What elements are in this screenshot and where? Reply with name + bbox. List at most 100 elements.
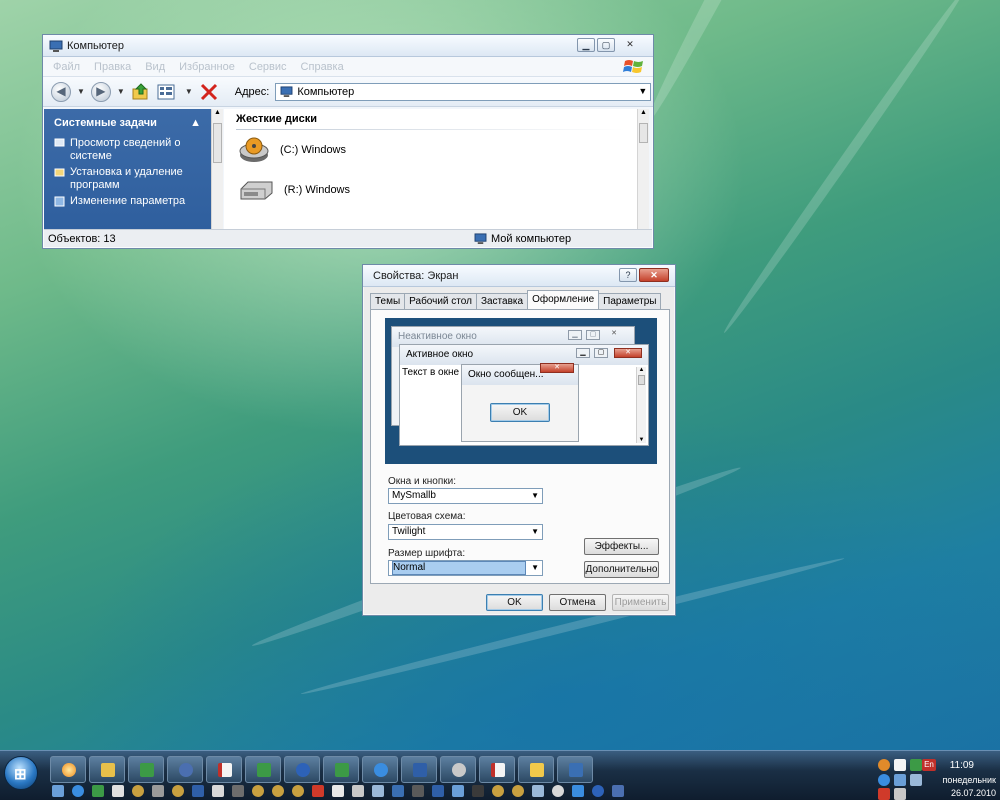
help-button[interactable]: ?: [619, 268, 637, 282]
quick-launch-icon[interactable]: [572, 785, 584, 797]
quick-launch-icon[interactable]: [432, 785, 444, 797]
quick-launch-icon[interactable]: [592, 785, 604, 797]
quick-launch-icon[interactable]: [512, 785, 524, 797]
quick-launch-icon[interactable]: [312, 785, 324, 797]
tab-appearance[interactable]: Оформление: [527, 290, 600, 309]
forward-dropdown-icon[interactable]: ▼: [117, 87, 125, 96]
close-button[interactable]: ✕: [639, 268, 669, 282]
task-view-system-info[interactable]: Просмотр сведений о системе: [54, 137, 201, 163]
taskbar-button[interactable]: [50, 756, 86, 783]
quick-launch-icon[interactable]: [392, 785, 404, 797]
clock-time[interactable]: 11:09: [950, 760, 974, 771]
menu-edit[interactable]: Правка: [94, 61, 131, 73]
quick-launch-icon[interactable]: [252, 785, 264, 797]
quick-launch-icon[interactable]: [132, 785, 144, 797]
up-folder-icon[interactable]: [131, 82, 151, 102]
taskbar-button[interactable]: [206, 756, 242, 783]
taskbar-button[interactable]: [518, 756, 554, 783]
task-change-setting[interactable]: Изменение параметра: [54, 195, 201, 208]
tab-desktop[interactable]: Рабочий стол: [404, 293, 477, 309]
tray-icon[interactable]: [878, 774, 890, 786]
start-button[interactable]: ⊞: [4, 756, 38, 790]
tray-icon[interactable]: [910, 759, 922, 771]
quick-launch-icon[interactable]: [332, 785, 344, 797]
menu-file[interactable]: Файл: [53, 61, 80, 73]
taskbar-button[interactable]: [284, 756, 320, 783]
quick-launch-icon[interactable]: [272, 785, 284, 797]
advanced-button[interactable]: Дополнительно: [584, 561, 659, 578]
font-size-select[interactable]: Normal ▼: [388, 560, 543, 576]
language-indicator[interactable]: En: [922, 759, 936, 771]
explorer-titlebar[interactable]: Компьютер ▁ ▢ ✕: [43, 35, 653, 57]
menu-tools[interactable]: Сервис: [249, 61, 287, 73]
maximize-button[interactable]: ▢: [597, 38, 615, 52]
back-dropdown-icon[interactable]: ▼: [77, 87, 85, 96]
tray-icon[interactable]: [894, 759, 906, 771]
network-icon[interactable]: [910, 774, 922, 786]
quick-launch-icon[interactable]: [232, 785, 244, 797]
tab-themes[interactable]: Темы: [370, 293, 406, 309]
quick-launch-icon[interactable]: [292, 785, 304, 797]
taskbar-button[interactable]: [323, 756, 359, 783]
quick-launch-icon[interactable]: [72, 785, 84, 797]
views-dropdown-icon[interactable]: ▼: [185, 87, 193, 96]
quick-launch-icon[interactable]: [192, 785, 204, 797]
taskbar-button[interactable]: [440, 756, 476, 783]
menu-view[interactable]: Вид: [145, 61, 165, 73]
dialog-titlebar[interactable]: Свойства: Экран ? ✕: [363, 265, 675, 287]
quick-launch-icon[interactable]: [92, 785, 104, 797]
quick-launch-icon[interactable]: [472, 785, 484, 797]
quick-launch-icon[interactable]: [52, 785, 64, 797]
taskbar-button[interactable]: [128, 756, 164, 783]
ok-button[interactable]: OK: [486, 594, 543, 611]
taskbar-button[interactable]: [479, 756, 515, 783]
delete-icon[interactable]: [199, 82, 219, 102]
clock-day[interactable]: понедельник: [943, 775, 997, 785]
content-scrollbar[interactable]: ▲: [637, 109, 649, 229]
taskbar-button[interactable]: [401, 756, 437, 783]
back-button[interactable]: ◀: [51, 81, 71, 102]
taskbar-button[interactable]: [167, 756, 203, 783]
quick-launch-icon[interactable]: [612, 785, 624, 797]
tray-icon[interactable]: [878, 759, 890, 771]
cancel-button[interactable]: Отмена: [549, 594, 606, 611]
close-button[interactable]: ✕: [617, 38, 643, 52]
tab-screensaver[interactable]: Заставка: [475, 293, 529, 309]
minimize-button[interactable]: ▁: [577, 38, 595, 52]
quick-launch-icon[interactable]: [532, 785, 544, 797]
taskbar-button[interactable]: [557, 756, 593, 783]
clock-date[interactable]: 26.07.2010: [951, 788, 996, 798]
forward-button[interactable]: ▶: [90, 81, 111, 102]
quick-launch-icon[interactable]: [412, 785, 424, 797]
quick-launch-icon[interactable]: [372, 785, 384, 797]
quick-launch-icon[interactable]: [352, 785, 364, 797]
system-tasks-header[interactable]: Системные задачи ▲: [54, 117, 201, 129]
taskbar-button[interactable]: [362, 756, 398, 783]
tray-icon[interactable]: [878, 788, 890, 800]
effects-button[interactable]: Эффекты...: [584, 538, 659, 555]
apply-button[interactable]: Применить: [612, 594, 669, 611]
collapse-icon[interactable]: ▲: [190, 117, 201, 129]
quick-launch-icon[interactable]: [212, 785, 224, 797]
tab-settings[interactable]: Параметры: [598, 293, 662, 309]
color-scheme-select[interactable]: Twilight ▼: [388, 524, 543, 540]
volume-icon[interactable]: [894, 788, 906, 800]
quick-launch-icon[interactable]: [552, 785, 564, 797]
quick-launch-icon[interactable]: [492, 785, 504, 797]
windows-buttons-select[interactable]: MySmallb ▼: [388, 488, 543, 504]
drive-c[interactable]: (C:) Windows: [238, 130, 637, 170]
menu-help[interactable]: Справка: [301, 61, 344, 73]
taskbar-button[interactable]: [245, 756, 281, 783]
quick-launch-icon[interactable]: [452, 785, 464, 797]
taskbar-button[interactable]: [89, 756, 125, 783]
tray-icon[interactable]: [894, 774, 906, 786]
drive-r[interactable]: (R:) Windows: [238, 170, 637, 210]
menu-favorites[interactable]: Избранное: [179, 61, 235, 73]
quick-launch-icon[interactable]: [172, 785, 184, 797]
address-bar[interactable]: Компьютер ▼: [275, 82, 652, 101]
task-add-remove-programs[interactable]: Установка и удаление программ: [54, 166, 201, 192]
address-dropdown-icon[interactable]: ▼: [638, 86, 647, 96]
views-icon[interactable]: [157, 83, 179, 101]
left-pane-scrollbar[interactable]: ▲: [211, 109, 223, 229]
quick-launch-icon[interactable]: [112, 785, 124, 797]
